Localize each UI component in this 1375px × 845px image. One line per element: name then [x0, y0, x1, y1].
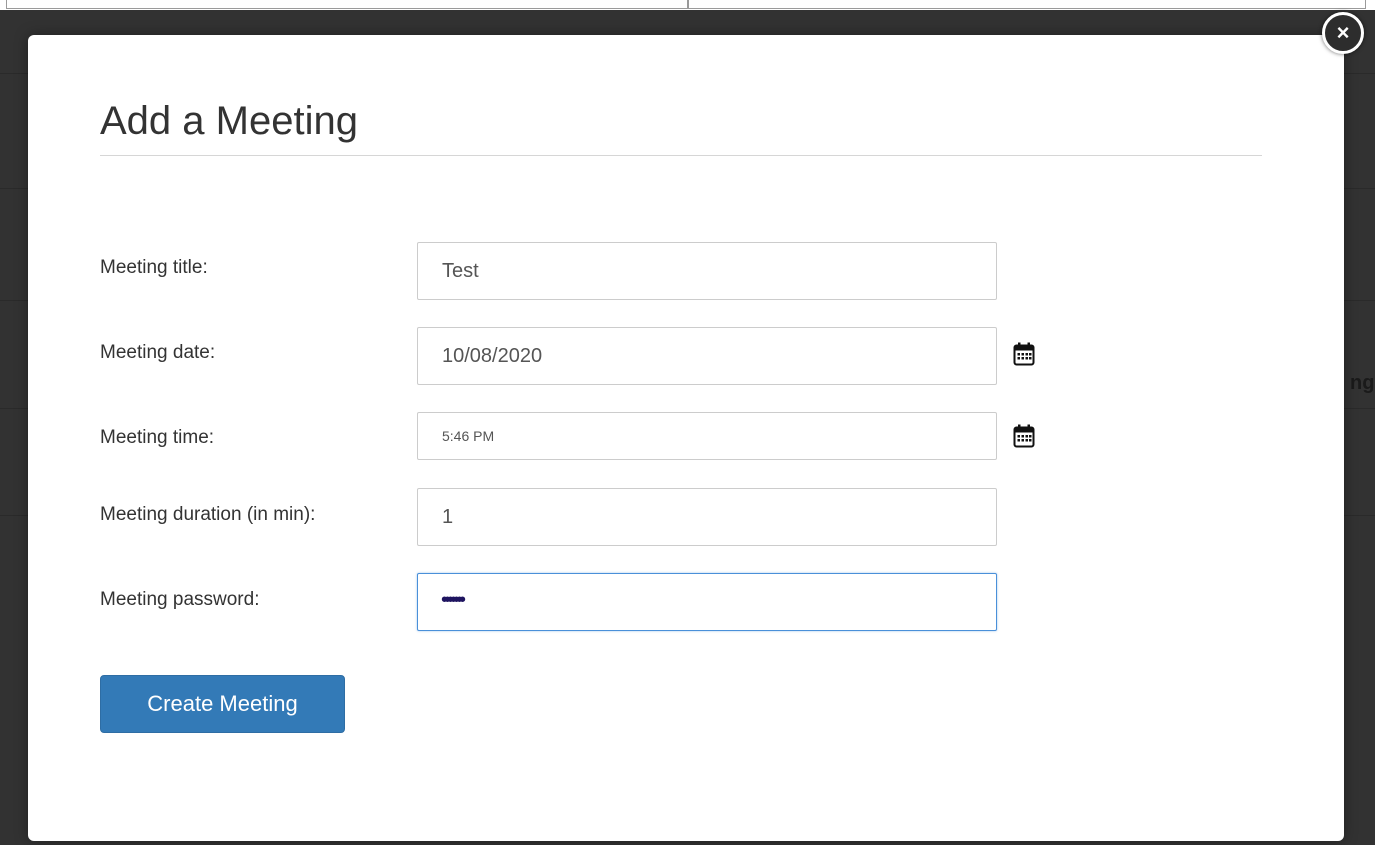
meeting-duration-input[interactable] — [417, 488, 997, 546]
background-partial-text: ng — [1350, 372, 1375, 394]
meeting-title-input[interactable] — [417, 242, 997, 300]
modal-title: Add a Meeting — [100, 99, 358, 143]
meeting-duration-label: Meeting duration (in min): — [100, 504, 316, 525]
calendar-icon[interactable] — [1013, 424, 1035, 448]
background-cell-left — [6, 0, 688, 9]
create-meeting-button[interactable]: Create Meeting — [100, 675, 345, 733]
background-cell-right — [688, 0, 1366, 9]
calendar-icon[interactable] — [1013, 342, 1035, 366]
meeting-title-label: Meeting title: — [100, 257, 208, 278]
background-top-bar — [0, 0, 1375, 10]
meeting-date-input[interactable] — [417, 327, 997, 385]
meeting-password-input[interactable] — [417, 573, 997, 631]
add-meeting-modal: Add a Meeting Meeting title: Meeting dat… — [28, 35, 1344, 841]
meeting-password-label: Meeting password: — [100, 589, 260, 610]
close-icon[interactable]: × — [1322, 12, 1364, 54]
meeting-time-input[interactable] — [417, 412, 997, 460]
meeting-date-label: Meeting date: — [100, 342, 216, 363]
meeting-time-label: Meeting time: — [100, 427, 215, 448]
title-divider — [100, 155, 1262, 156]
